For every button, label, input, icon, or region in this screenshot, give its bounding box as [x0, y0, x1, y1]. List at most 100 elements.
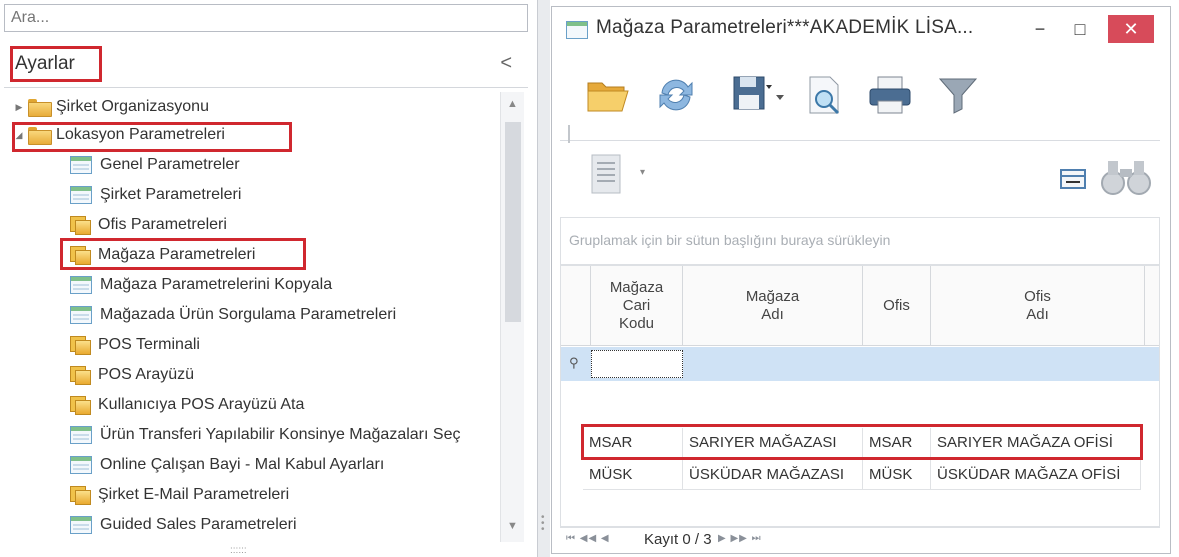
filter-cell-magaza-cari-kodu[interactable] [591, 350, 683, 378]
tree-item-magaza-parametreleri[interactable]: Mağaza Parametreleri [70, 240, 255, 270]
column-width-icon[interactable] [1058, 167, 1088, 191]
panel-splitter[interactable]: • • • [538, 0, 550, 557]
tree-item-label: Ofis Parametreleri [98, 216, 227, 233]
tree-item-label: POS Arayüzü [98, 366, 195, 383]
maximize-button[interactable]: □ [1062, 15, 1098, 43]
tree-item-online-calisan-bayi[interactable]: Online Çalışan Bayi - Mal Kabul Ayarları [70, 450, 384, 480]
folder-icon [28, 127, 52, 145]
tree-item-sirket-parametreleri[interactable]: Şirket Parametreleri [70, 180, 241, 210]
tree-item-sirket-email[interactable]: Şirket E-Mail Parametreleri [70, 480, 289, 510]
header-line: Mağaza [609, 278, 664, 296]
form-icon [70, 456, 92, 474]
table-cell[interactable]: MÜSK [863, 460, 931, 490]
column-header-ofis-adi[interactable]: Ofis Adı [931, 266, 1145, 346]
secondary-toolbar: ▾ [560, 143, 1160, 215]
form-icon [70, 156, 92, 174]
header-line: Mağaza [745, 287, 800, 305]
toolbar-separator [568, 125, 570, 143]
group-by-area[interactable]: Gruplamak için bir sütun başlığını buray… [560, 217, 1160, 265]
record-counter: Kayıt 0 / 3 [644, 531, 712, 548]
form-icon [70, 306, 92, 324]
tree-item-label: Online Çalışan Bayi - Mal Kabul Ayarları [100, 456, 385, 473]
form-icon [70, 276, 92, 294]
settings-panel: Ayarlar < ▶ Şirket Organizasyonu ◢ Lokas… [0, 0, 538, 557]
form-icon [70, 426, 92, 444]
table-cell[interactable]: MSAR [583, 428, 683, 458]
data-grid: Mağaza Cari Kodu Mağaza Adı Ofis Ofis Ad… [560, 265, 1160, 527]
tree-item-kullaniciya-pos-arayuzu-ata[interactable]: Kullanıcıya POS Arayüzü Ata [70, 390, 304, 420]
tree-item-sirket-organizasyonu[interactable]: ▶ Şirket Organizasyonu [12, 92, 209, 122]
tree-scrollbar[interactable]: ▲ ▼ [500, 92, 524, 542]
tree-item-pos-arayuzu[interactable]: POS Arayüzü [70, 360, 194, 390]
splitter-grip-icon[interactable]: • • • [541, 513, 545, 535]
tree-item-label: POS Terminali [98, 336, 200, 353]
tree-item-guided-sales[interactable]: Guided Sales Parametreleri [70, 510, 297, 540]
window-titlebar[interactable]: Mağaza Parametreleri***AKADEMİK LİSA... … [552, 7, 1170, 51]
column-header-magaza-cari-kodu[interactable]: Mağaza Cari Kodu [591, 266, 683, 346]
document-icon[interactable] [590, 153, 624, 195]
column-header-ofis[interactable]: Ofis [863, 266, 931, 346]
folder-icon [28, 99, 52, 117]
table-cell[interactable]: SARIYER MAĞAZASI [683, 428, 863, 458]
forms-folder-icon [70, 246, 91, 265]
minimize-button[interactable]: − [1022, 15, 1058, 43]
tree-item-label: Ürün Transferi Yapılabilir Konsinye Mağa… [100, 426, 461, 443]
header-line: Adı [761, 305, 784, 323]
window-title: Mağaza Parametreleri***AKADEMİK LİSA... [596, 17, 974, 38]
header-line: Cari [622, 296, 651, 314]
resize-grip-icon[interactable]: :::::: [230, 545, 247, 556]
document-dropdown-icon[interactable]: ▾ [640, 167, 645, 178]
save-dropdown-icon[interactable] [772, 71, 788, 119]
tree-item-magaza-parametrelerini-kopyala[interactable]: Mağaza Parametrelerini Kopyala [70, 270, 332, 300]
table-cell[interactable]: ÜSKÜDAR MAĞAZA OFİSİ [931, 460, 1141, 490]
tree-item-urun-transferi-konsinye[interactable]: Ürün Transferi Yapılabilir Konsinye Mağa… [70, 420, 460, 450]
tree-item-magazada-urun-sorgulama[interactable]: Mağazada Ürün Sorgulama Parametreleri [70, 300, 396, 330]
print-icon[interactable] [866, 71, 914, 119]
row-indicator-header [561, 266, 591, 346]
close-button[interactable]: ✕ [1108, 15, 1154, 43]
scroll-up-icon[interactable]: ▲ [507, 98, 518, 110]
tree-item-pos-terminali[interactable]: POS Terminali [70, 330, 200, 360]
forms-folder-icon [70, 396, 91, 415]
forms-folder-icon [70, 336, 91, 355]
table-cell[interactable]: SARIYER MAĞAZA OFİSİ [931, 428, 1141, 458]
print-preview-icon[interactable] [800, 71, 848, 119]
tree-item-label: Mağaza Parametreleri [98, 246, 256, 263]
nav-next-last-icons[interactable]: ▶ ▶▶ ⏭ [718, 533, 762, 544]
forms-folder-icon [70, 486, 91, 505]
form-icon [70, 186, 92, 204]
table-cell[interactable]: MSAR [863, 428, 931, 458]
tree-item-label: Genel Parametreler [100, 156, 240, 173]
collapse-icon[interactable]: < [500, 52, 512, 75]
panel-title: Ayarlar [10, 46, 102, 82]
auto-filter-row[interactable]: ⚲ [561, 347, 1159, 381]
pin-icon: ⚲ [569, 355, 579, 370]
header-line: Ofis [1024, 287, 1051, 305]
tree-item-label: Kullanıcıya POS Arayüzü Ata [98, 396, 305, 413]
scroll-thumb[interactable] [505, 122, 521, 322]
column-header-magaza-adi[interactable]: Mağaza Adı [683, 266, 863, 346]
settings-tree: ▶ Şirket Organizasyonu ◢ Lokasyon Parame… [4, 92, 500, 542]
tree-item-label: Şirket Organizasyonu [56, 98, 209, 115]
table-cell[interactable]: ÜSKÜDAR MAĞAZASI [683, 460, 863, 490]
header-line: Adı [1026, 305, 1049, 323]
find-binoculars-icon[interactable] [1100, 159, 1152, 197]
tree-item-label: Lokasyon Parametreleri [56, 126, 225, 143]
table-cell[interactable]: MÜSK [583, 460, 683, 490]
save-icon[interactable] [728, 71, 776, 119]
filter-icon[interactable] [934, 71, 982, 119]
search-input[interactable] [4, 4, 528, 32]
tree-item-ofis-parametreleri[interactable]: Ofis Parametreleri [70, 210, 227, 240]
collapse-node-icon[interactable]: ◢ [12, 130, 26, 141]
tree-item-label: Mağazada Ürün Sorgulama Parametreleri [100, 306, 397, 323]
tree-item-lokasyon-parametreleri[interactable]: ◢ Lokasyon Parametreleri [12, 120, 225, 150]
tree-item-label: Mağaza Parametrelerini Kopyala [100, 276, 333, 293]
refresh-icon[interactable] [652, 71, 700, 119]
scroll-down-icon[interactable]: ▼ [507, 520, 518, 532]
open-folder-icon[interactable] [584, 71, 632, 119]
expand-icon[interactable]: ▶ [12, 102, 26, 113]
magaza-parametreleri-window: Mağaza Parametreleri***AKADEMİK LİSA... … [551, 6, 1171, 554]
tree-item-label: Şirket Parametreleri [100, 186, 242, 203]
tree-item-genel-parametreler[interactable]: Genel Parametreler [70, 150, 240, 180]
nav-first-prev-icons[interactable]: ⏮ ◀◀ ◀ [566, 533, 610, 544]
